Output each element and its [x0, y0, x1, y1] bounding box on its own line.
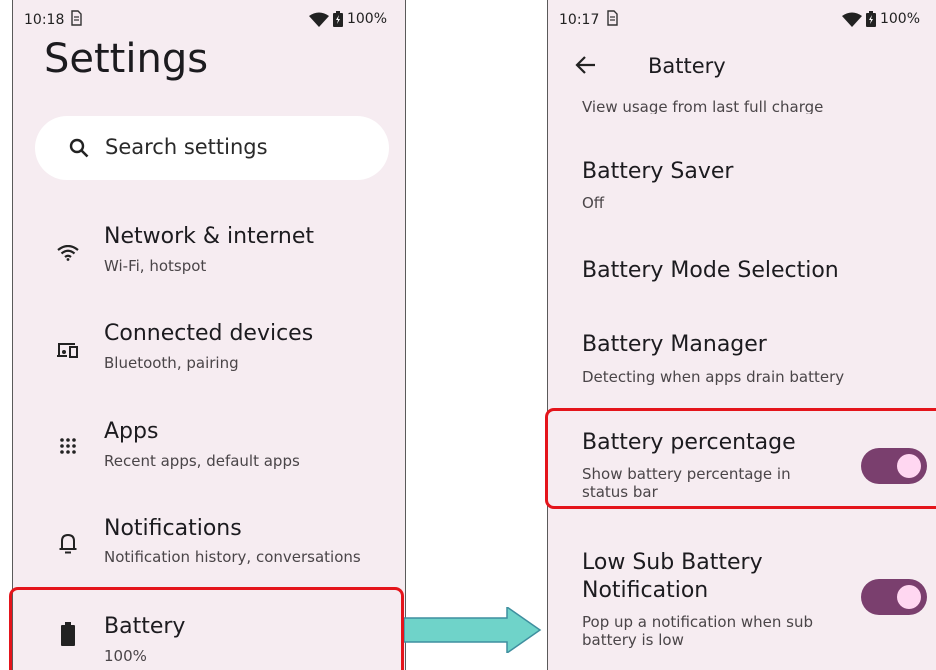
settings-item-title: Connected devices — [104, 321, 314, 346]
low-sub-battery-notification-item[interactable]: Low Sub Battery Notification Pop up a no… — [548, 540, 936, 670]
settings-item-subtitle: Recent apps, default apps — [104, 452, 300, 470]
wifi-status-icon — [841, 12, 862, 27]
item-title: Battery Saver — [582, 159, 734, 184]
status-time: 10:18 — [24, 12, 65, 28]
settings-item-apps[interactable]: Apps Recent apps, default apps — [13, 413, 405, 483]
settings-item-title: Notifications — [104, 516, 242, 541]
usage-subtitle: View usage from last full charge — [582, 98, 824, 114]
item-title-line-1: Low Sub Battery — [582, 550, 763, 575]
settings-item-subtitle: Wi-Fi, hotspot — [104, 257, 207, 275]
settings-item-subtitle: Bluetooth, pairing — [104, 354, 239, 372]
battery-percent-text: 100% — [879, 11, 920, 27]
status-time: 10:17 — [559, 12, 600, 28]
item-title: Battery Manager — [582, 332, 767, 357]
arrow-right-icon — [404, 607, 542, 653]
status-bar: 10:18 100% — [13, 8, 405, 34]
status-bar: 10:17 100% — [548, 8, 936, 34]
sim-icon — [606, 10, 618, 26]
bell-icon — [57, 532, 79, 554]
settings-item-notifications[interactable]: Notifications Notification history, conv… — [13, 510, 405, 580]
battery-percent-text: 100% — [346, 11, 387, 27]
battery-status-icon — [865, 11, 876, 27]
settings-screen: 10:18 100% Settings Search settings Netw… — [12, 0, 406, 670]
wifi-status-icon — [308, 12, 329, 27]
wifi-icon — [57, 242, 79, 264]
settings-item-network[interactable]: Network & internet Wi-Fi, hotspot — [13, 218, 405, 288]
low-sub-battery-toggle[interactable] — [861, 579, 927, 615]
page-title: Battery — [648, 54, 726, 78]
apps-grid-icon — [57, 435, 79, 457]
settings-item-title: Apps — [104, 419, 159, 444]
app-bar: Battery — [548, 44, 936, 90]
battery-manager-item[interactable]: Battery Manager Detecting when apps drai… — [548, 320, 936, 392]
devices-icon — [57, 339, 79, 361]
item-title: Battery Mode Selection — [582, 258, 839, 283]
settings-item-connected-devices[interactable]: Connected devices Bluetooth, pairing — [13, 315, 405, 385]
battery-percentage-highlight — [545, 408, 936, 509]
page-title: Settings — [44, 36, 209, 82]
settings-item-title: Network & internet — [104, 224, 314, 249]
item-subtitle-line-2: battery is low — [582, 631, 684, 649]
item-subtitle-line-1: Pop up a notification when sub — [582, 613, 813, 631]
battery-mode-selection-item[interactable]: Battery Mode Selection — [548, 245, 936, 301]
toggle-knob — [897, 585, 921, 609]
settings-item-subtitle: Notification history, conversations — [104, 548, 361, 566]
item-subtitle: Detecting when apps drain battery — [582, 368, 845, 386]
battery-screen: 10:17 100% Battery View usage from last … — [547, 0, 936, 670]
item-subtitle: Off — [582, 194, 605, 212]
battery-saver-item[interactable]: Battery Saver Off — [548, 147, 936, 223]
battery-item-highlight — [9, 587, 404, 670]
item-title-line-2: Notification — [582, 578, 709, 603]
search-placeholder: Search settings — [105, 135, 268, 159]
clipped-usage-text-wrap: View usage from last full charge — [582, 94, 922, 114]
sim-icon — [70, 10, 82, 26]
search-bar[interactable]: Search settings — [35, 116, 389, 180]
battery-status-icon — [332, 11, 343, 27]
back-arrow-icon[interactable] — [574, 54, 596, 80]
